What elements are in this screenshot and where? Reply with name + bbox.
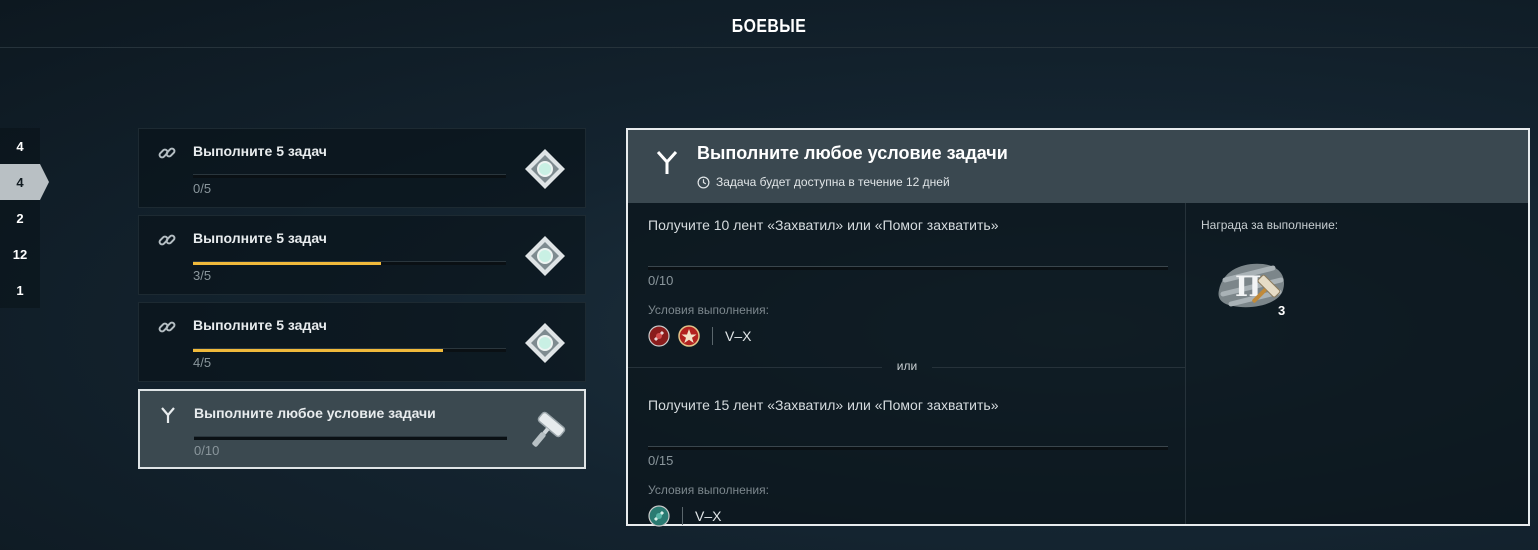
condition-progress-bar: [648, 266, 1168, 270]
condition-badges: V–X: [648, 325, 751, 347]
task-progress-bar: [193, 348, 506, 352]
tier-range: V–X: [695, 508, 722, 524]
detail-header: Выполните любое условие задачи Задача бу…: [628, 130, 1528, 203]
paint-roller-icon: [532, 411, 566, 447]
reward-label: Награда за выполнение:: [1201, 218, 1339, 232]
task-card[interactable]: Выполните 5 задач 4/5: [138, 302, 586, 382]
side-tab-label: 4: [16, 138, 24, 154]
side-tab[interactable]: 2: [0, 200, 40, 236]
side-tabs: 4 4 2 12 1: [0, 128, 49, 308]
condition-progress-bar: [648, 446, 1168, 450]
tier-range: V–X: [725, 328, 752, 344]
or-separator-text: или: [896, 359, 918, 373]
detail-subtitle: Задача будет доступна в течение 12 дней: [697, 175, 950, 189]
condition-progress-text: 0/10: [648, 273, 674, 288]
condition-block: Получите 10 лент «Захватил» или «Помог з…: [648, 217, 1168, 347]
reward-count: 3: [1278, 303, 1286, 318]
task-card[interactable]: Выполните 5 задач 3/5: [138, 215, 586, 295]
side-tab-label: 1: [16, 282, 24, 298]
task-progress-text: 4/5: [193, 355, 212, 370]
or-divider-right: [932, 367, 1186, 368]
task-progress-bar: [193, 174, 506, 178]
side-tab-label: 2: [16, 210, 24, 226]
diamond-badge-icon: [525, 323, 565, 363]
task-card[interactable]: Выполните 5 задач 0/5: [138, 128, 586, 208]
detail-title: Выполните любое условие задачи: [697, 143, 1008, 163]
link-icon: [158, 321, 176, 333]
condition-progress-text: 0/15: [648, 453, 674, 468]
side-tab[interactable]: 1: [0, 272, 40, 308]
task-progress-text: 0/10: [194, 443, 220, 458]
task-progress-fill: [193, 349, 444, 352]
red-star-badge-icon: [678, 325, 700, 347]
condition-label: Условия выполнения:: [648, 303, 769, 317]
diamond-badge-icon: [525, 236, 565, 276]
condition-badges: V–X: [648, 505, 721, 527]
side-tab[interactable]: 4: [0, 128, 40, 164]
teal-shell-badge-icon: [648, 505, 670, 527]
task-title: Выполните 5 задач: [193, 143, 327, 159]
or-divider-left: [628, 367, 882, 368]
detail-subtitle-text: Задача будет доступна в течение 12 дней: [716, 175, 950, 189]
column-divider: [1185, 203, 1186, 524]
side-tab-active[interactable]: 4: [0, 164, 49, 200]
condition-block: Получите 15 лент «Захватил» или «Помог з…: [648, 397, 1168, 527]
task-title: Выполните 5 задач: [193, 317, 327, 333]
task-progress-text: 3/5: [193, 268, 212, 283]
side-tab-label: 12: [12, 246, 28, 262]
header-divider: [0, 47, 1538, 48]
link-icon: [158, 147, 176, 159]
condition-label: Условия выполнения:: [648, 483, 769, 497]
fork-icon: [656, 150, 678, 174]
task-progress-bar: [194, 436, 507, 440]
diamond-badge-icon: [525, 149, 565, 189]
badge-separator: [712, 327, 713, 345]
task-progress-fill: [193, 262, 381, 265]
task-progress-text: 0/5: [193, 181, 212, 196]
page-title: БОЕВЫЕ: [731, 16, 807, 36]
clock-icon: [697, 176, 710, 188]
side-tab[interactable]: 12: [0, 236, 40, 272]
task-progress-bar: [193, 261, 506, 265]
task-list: Выполните 5 задач 0/5 Выполните 5 задач …: [138, 128, 586, 476]
task-title: Выполните 5 задач: [193, 230, 327, 246]
condition-text: Получите 15 лент «Захватил» или «Помог з…: [648, 397, 999, 413]
condition-text: Получите 10 лент «Захватил» или «Помог з…: [648, 217, 999, 233]
task-title: Выполните любое условие задачи: [194, 405, 436, 421]
side-tab-label: 4: [16, 174, 24, 190]
link-icon: [158, 234, 176, 246]
task-detail-panel: Выполните любое условие задачи Задача бу…: [626, 128, 1530, 527]
task-card-selected[interactable]: Выполните любое условие задачи 0/10: [138, 389, 586, 469]
red-shell-badge-icon: [648, 325, 670, 347]
badge-separator: [682, 507, 683, 525]
fork-icon: [161, 407, 175, 423]
